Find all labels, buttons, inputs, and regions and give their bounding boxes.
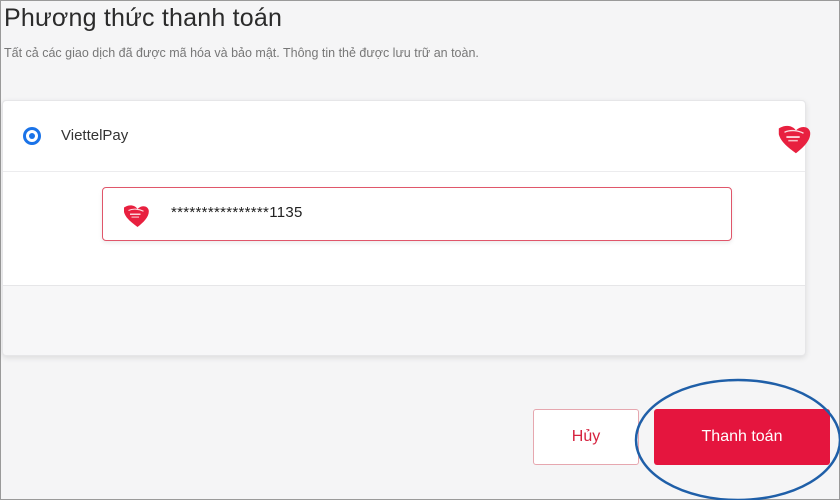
- payment-method-card: ViettelPay ****************1135: [2, 100, 811, 356]
- viettelpay-logo-icon: [778, 125, 811, 154]
- payment-method-label[interactable]: ViettelPay: [61, 127, 128, 144]
- linked-account-field[interactable]: ****************1135: [102, 187, 732, 241]
- radio-selected-dot: [29, 133, 35, 139]
- page-title: Phương thức thanh toán: [4, 4, 283, 32]
- viettelpay-logo-icon: [124, 205, 149, 227]
- pay-button[interactable]: Thanh toán: [654, 409, 830, 465]
- masked-account-number: ****************1135: [171, 204, 303, 221]
- viettelpay-radio[interactable]: [23, 127, 41, 145]
- panel-divider: [3, 171, 805, 172]
- page-subtitle: Tất cả các giao dịch đã được mã hóa và b…: [4, 46, 479, 60]
- payment-method-panel: ViettelPay ****************1135: [3, 101, 811, 286]
- cancel-button[interactable]: Hủy: [533, 409, 639, 465]
